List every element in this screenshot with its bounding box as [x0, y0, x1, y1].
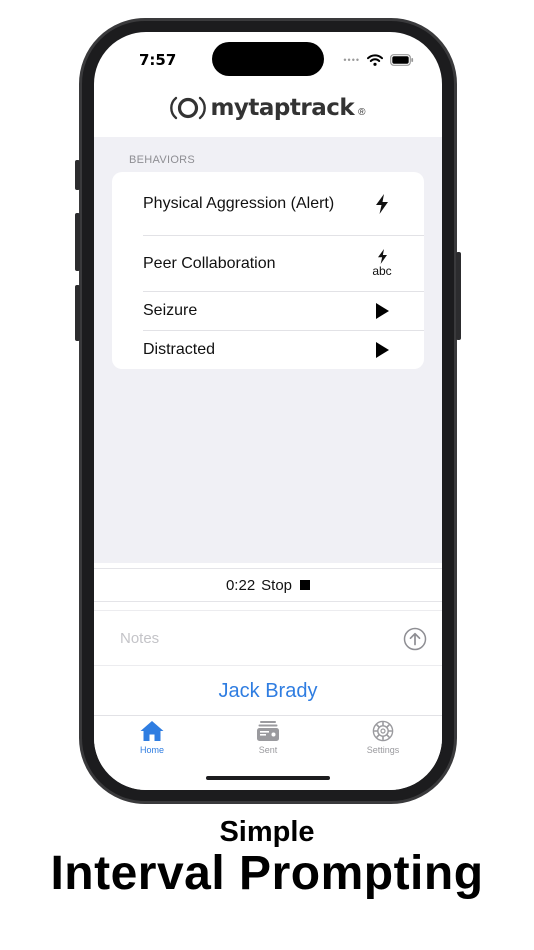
app-logo: mytaptrack ® — [94, 94, 442, 122]
volume-down-button — [75, 285, 80, 341]
timer-stop-button[interactable]: 0:22 Stop — [94, 568, 442, 602]
phone-screen: 7:57 •••• mytaptrack ® BEHAVIORS Physica… — [94, 32, 442, 790]
play-icon — [370, 341, 394, 358]
tab-home[interactable]: Home — [122, 720, 182, 755]
house-icon — [140, 721, 164, 741]
caption-subtitle: Simple — [219, 816, 315, 848]
volume-up-button — [75, 213, 80, 271]
behavior-label: Seizure — [143, 302, 198, 319]
mute-switch — [75, 160, 80, 190]
status-indicators: •••• — [343, 54, 414, 66]
behavior-row-distracted[interactable]: Distracted — [112, 330, 424, 369]
power-button — [456, 252, 461, 340]
tray-icon — [257, 721, 279, 741]
tab-label: Home — [139, 745, 164, 755]
behavior-row-peer-collaboration[interactable]: Peer Collaboration abc — [112, 235, 424, 291]
bolt-icon — [377, 249, 387, 264]
behavior-row-seizure[interactable]: Seizure — [112, 291, 424, 330]
logo-registered-mark: ® — [358, 107, 366, 118]
home-indicator[interactable] — [206, 776, 330, 780]
bolt-icon — [370, 193, 394, 214]
dynamic-island — [212, 42, 324, 76]
behavior-label: Distracted — [143, 341, 216, 358]
cellular-dots-icon: •••• — [343, 55, 360, 65]
timer-elapsed: 0:22 — [225, 576, 256, 594]
behavior-row-physical-aggression[interactable]: Physical Aggression (Alert) — [112, 172, 424, 235]
logo-ring-icon — [170, 96, 207, 120]
logo-text: mytaptrack — [210, 95, 355, 121]
app-store-screenshot: 7:57 •••• mytaptrack ® BEHAVIORS Physica… — [0, 0, 534, 950]
behavior-list: Physical Aggression (Alert) Peer Collabo… — [112, 172, 424, 369]
battery-icon — [390, 54, 414, 66]
bolt-abc-icon: abc — [370, 249, 394, 277]
gear-icon — [372, 720, 394, 742]
notes-bar — [94, 610, 442, 666]
tab-label: Settings — [366, 745, 400, 755]
notes-input[interactable] — [120, 626, 390, 650]
tab-label: Sent — [258, 745, 278, 755]
abc-sublabel: abc — [372, 264, 392, 278]
behavior-label: Physical Aggression (Alert) — [143, 195, 335, 212]
behavior-label: Peer Collaboration — [143, 254, 276, 272]
behaviors-panel: BEHAVIORS Physical Aggression (Alert) Pe… — [94, 137, 442, 563]
stop-icon — [300, 580, 311, 590]
tab-sent[interactable]: Sent — [238, 720, 298, 755]
play-icon — [370, 302, 394, 319]
send-arrow-icon[interactable] — [403, 627, 427, 651]
status-time: 7:57 — [139, 51, 177, 69]
tab-settings[interactable]: Settings — [353, 720, 413, 755]
student-name-button[interactable]: Jack Brady — [94, 680, 442, 703]
wifi-icon — [367, 54, 383, 66]
stop-label: Stop — [261, 576, 293, 594]
section-header: BEHAVIORS — [129, 154, 196, 166]
caption-title: Interval Prompting — [50, 847, 484, 900]
